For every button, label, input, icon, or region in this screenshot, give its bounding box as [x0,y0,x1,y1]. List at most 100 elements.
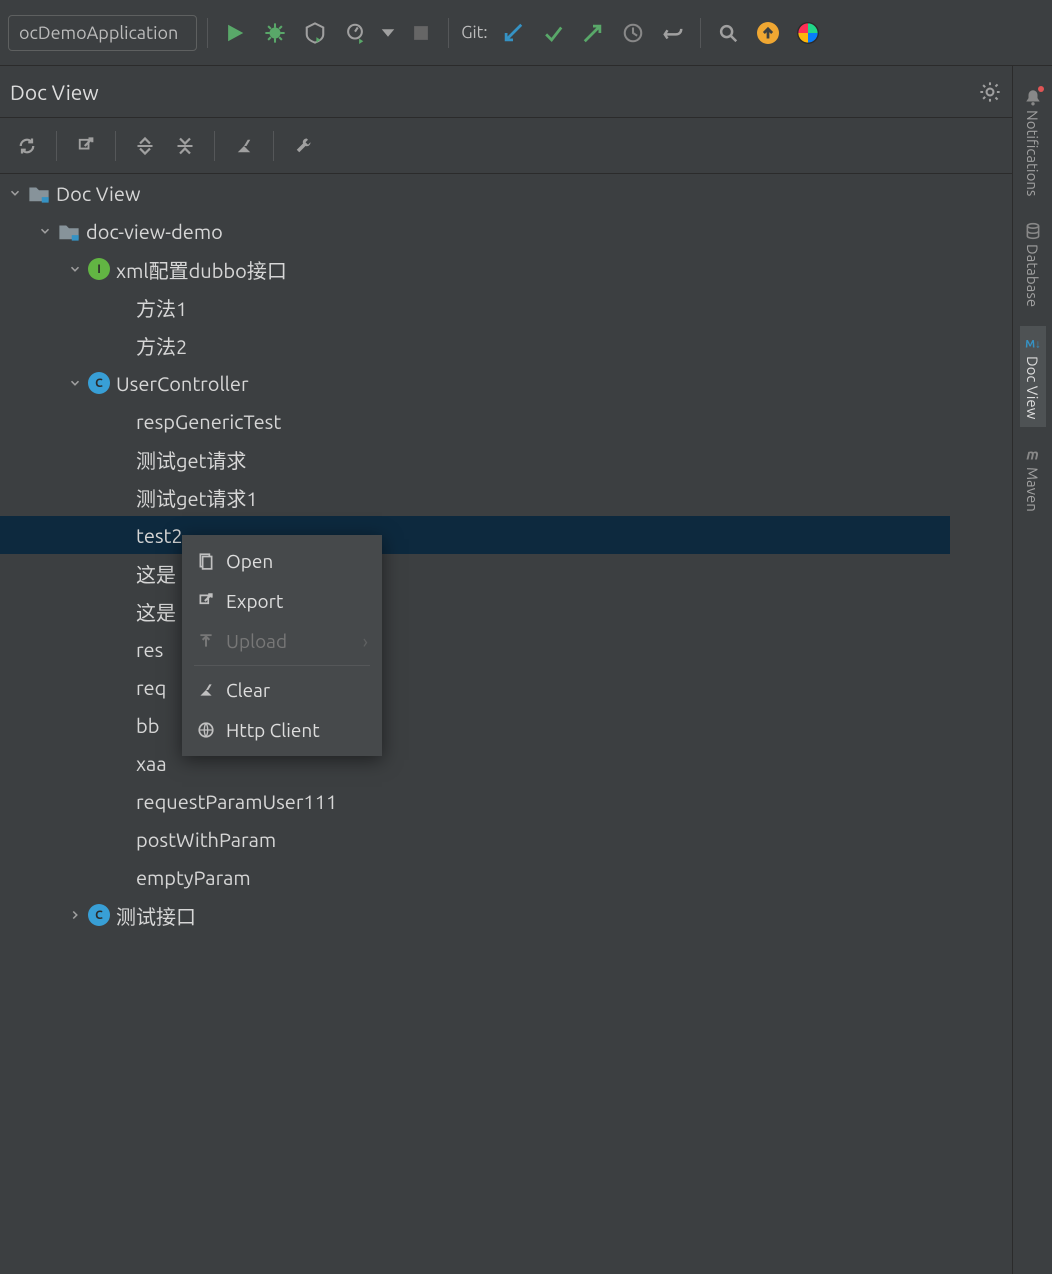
tree-leaf[interactable]: 方法1 [0,288,950,326]
tree-label: 方法1 [136,293,187,322]
tree-label: 方法2 [136,331,187,360]
tree-label: doc-view-demo [86,220,223,243]
sidebar-tab-label: Maven [1024,467,1041,512]
tree-leaf[interactable]: bb [0,706,950,744]
menu-item-label: Export [226,590,283,612]
doc-tree[interactable]: Doc View doc-view-demo Ixml配置dubbo接口方法1 方法2… [0,174,950,1274]
refresh-icon[interactable] [10,129,44,163]
jetbrains-icon[interactable] [791,16,825,50]
http-icon [196,720,216,740]
toolbar-sep [448,18,449,48]
tree-label: postWithParam [136,828,276,851]
run-icon[interactable] [218,16,252,50]
clear-icon [196,680,216,700]
tree-leaf[interactable]: res [0,630,950,668]
git-rollback-icon[interactable] [656,16,690,50]
tree-node-project[interactable]: doc-view-demo [0,212,950,250]
panel-header: Doc View [0,66,1052,118]
class-icon: C [88,904,110,926]
tree-label: xml配置dubbo接口 [116,255,287,284]
md-icon: M↓ [1024,334,1042,352]
tree-leaf[interactable]: respGenericTest [0,402,950,440]
tree-label: 这是 [136,559,176,588]
class-icon: I [88,258,110,280]
chevron-down-icon[interactable] [378,16,398,50]
menu-item-open[interactable]: Open [182,541,382,581]
toolbar-sep [207,18,208,48]
tree-leaf[interactable]: 测试get请求 [0,440,950,478]
sidebar-tab-notifications[interactable]: Notifications [1020,80,1046,204]
git-push-icon[interactable] [576,16,610,50]
sidebar-tab-label: Database [1024,244,1041,307]
coverage-icon[interactable] [298,16,332,50]
tree-label: requestParamUser111 [136,790,337,813]
sidebar-tab-database[interactable]: Database [1020,214,1046,315]
stop-icon[interactable] [404,16,438,50]
menu-separator [194,665,370,666]
tree-label: 测试get请求1 [136,483,258,512]
right-sidebar: Notifications Database M↓ Doc View m Maven [1012,66,1052,1274]
collapse-all-icon[interactable] [168,129,202,163]
main-toolbar: ocDemoApplication Git: [0,0,1052,66]
menu-item-http client[interactable]: Http Client [182,710,382,750]
tree-label: respGenericTest [136,410,281,433]
m-icon: m [1024,445,1042,463]
bell-icon [1024,88,1042,106]
wrench-icon[interactable] [286,129,320,163]
sidebar-tab-doc view[interactable]: M↓ Doc View [1020,326,1046,427]
run-config-selector[interactable]: ocDemoApplication [8,15,197,51]
tree-label: res [136,638,163,661]
menu-item-export[interactable]: Export [182,581,382,621]
profile-icon[interactable] [338,16,372,50]
toolbar-sep [115,131,116,161]
debug-icon[interactable] [258,16,292,50]
git-label: Git: [461,23,487,42]
tree-node[interactable]: C 测试接口 [0,896,950,934]
tree-label: 测试接口 [116,901,196,930]
tree-label: xaa [136,752,167,775]
toolbar-sep [273,131,274,161]
view-toolbar [0,118,1052,174]
class-icon: C [88,372,110,394]
tree-leaf[interactable]: requestParamUser111 [0,782,950,820]
clear-icon[interactable] [227,129,261,163]
menu-item-label: Clear [226,679,270,701]
toolbar-sep [214,131,215,161]
git-history-icon[interactable] [616,16,650,50]
svg-text:M↓: M↓ [1025,338,1041,350]
tree-label: bb [136,714,159,737]
tree-leaf[interactable]: 这是 [0,554,950,592]
expand-all-icon[interactable] [128,129,162,163]
export-icon [196,591,216,611]
tree-leaf[interactable]: 方法2 [0,326,950,364]
menu-item-upload: Upload› [182,621,382,661]
tree-node-root[interactable]: Doc View [0,174,950,212]
menu-item-clear[interactable]: Clear [182,670,382,710]
tree-leaf[interactable]: req count [0,668,950,706]
tree-leaf[interactable]: emptyParam [0,858,950,896]
chevron-right-icon: › [363,630,368,652]
tree-leaf[interactable]: xaa [0,744,950,782]
export-icon[interactable] [69,129,103,163]
ide-update-icon[interactable] [751,16,785,50]
menu-item-label: Open [226,550,273,572]
git-update-icon[interactable] [496,16,530,50]
sidebar-tab-label: Notifications [1024,110,1041,196]
panel-title: Doc View [10,80,970,104]
sidebar-tab-maven[interactable]: m Maven [1020,437,1046,520]
search-icon[interactable] [711,16,745,50]
tree-leaf[interactable]: test2 [0,516,950,554]
context-menu: Open Export Upload› Clear Http Client [182,535,382,756]
gear-icon[interactable] [974,76,1006,108]
sidebar-tab-label: Doc View [1024,356,1041,419]
svg-text:m: m [1026,446,1038,463]
git-commit-icon[interactable] [536,16,570,50]
tree-leaf[interactable]: 这是 测试换行 [0,592,950,630]
tree-leaf[interactable]: 测试get请求1 [0,478,950,516]
tree-label: UserController [116,372,249,395]
tree-node[interactable]: C UserController [0,364,950,402]
tree-node[interactable]: Ixml配置dubbo接口 [0,250,950,288]
db-icon [1024,222,1042,240]
tree-leaf[interactable]: postWithParam [0,820,950,858]
menu-item-label: Http Client [226,719,320,741]
